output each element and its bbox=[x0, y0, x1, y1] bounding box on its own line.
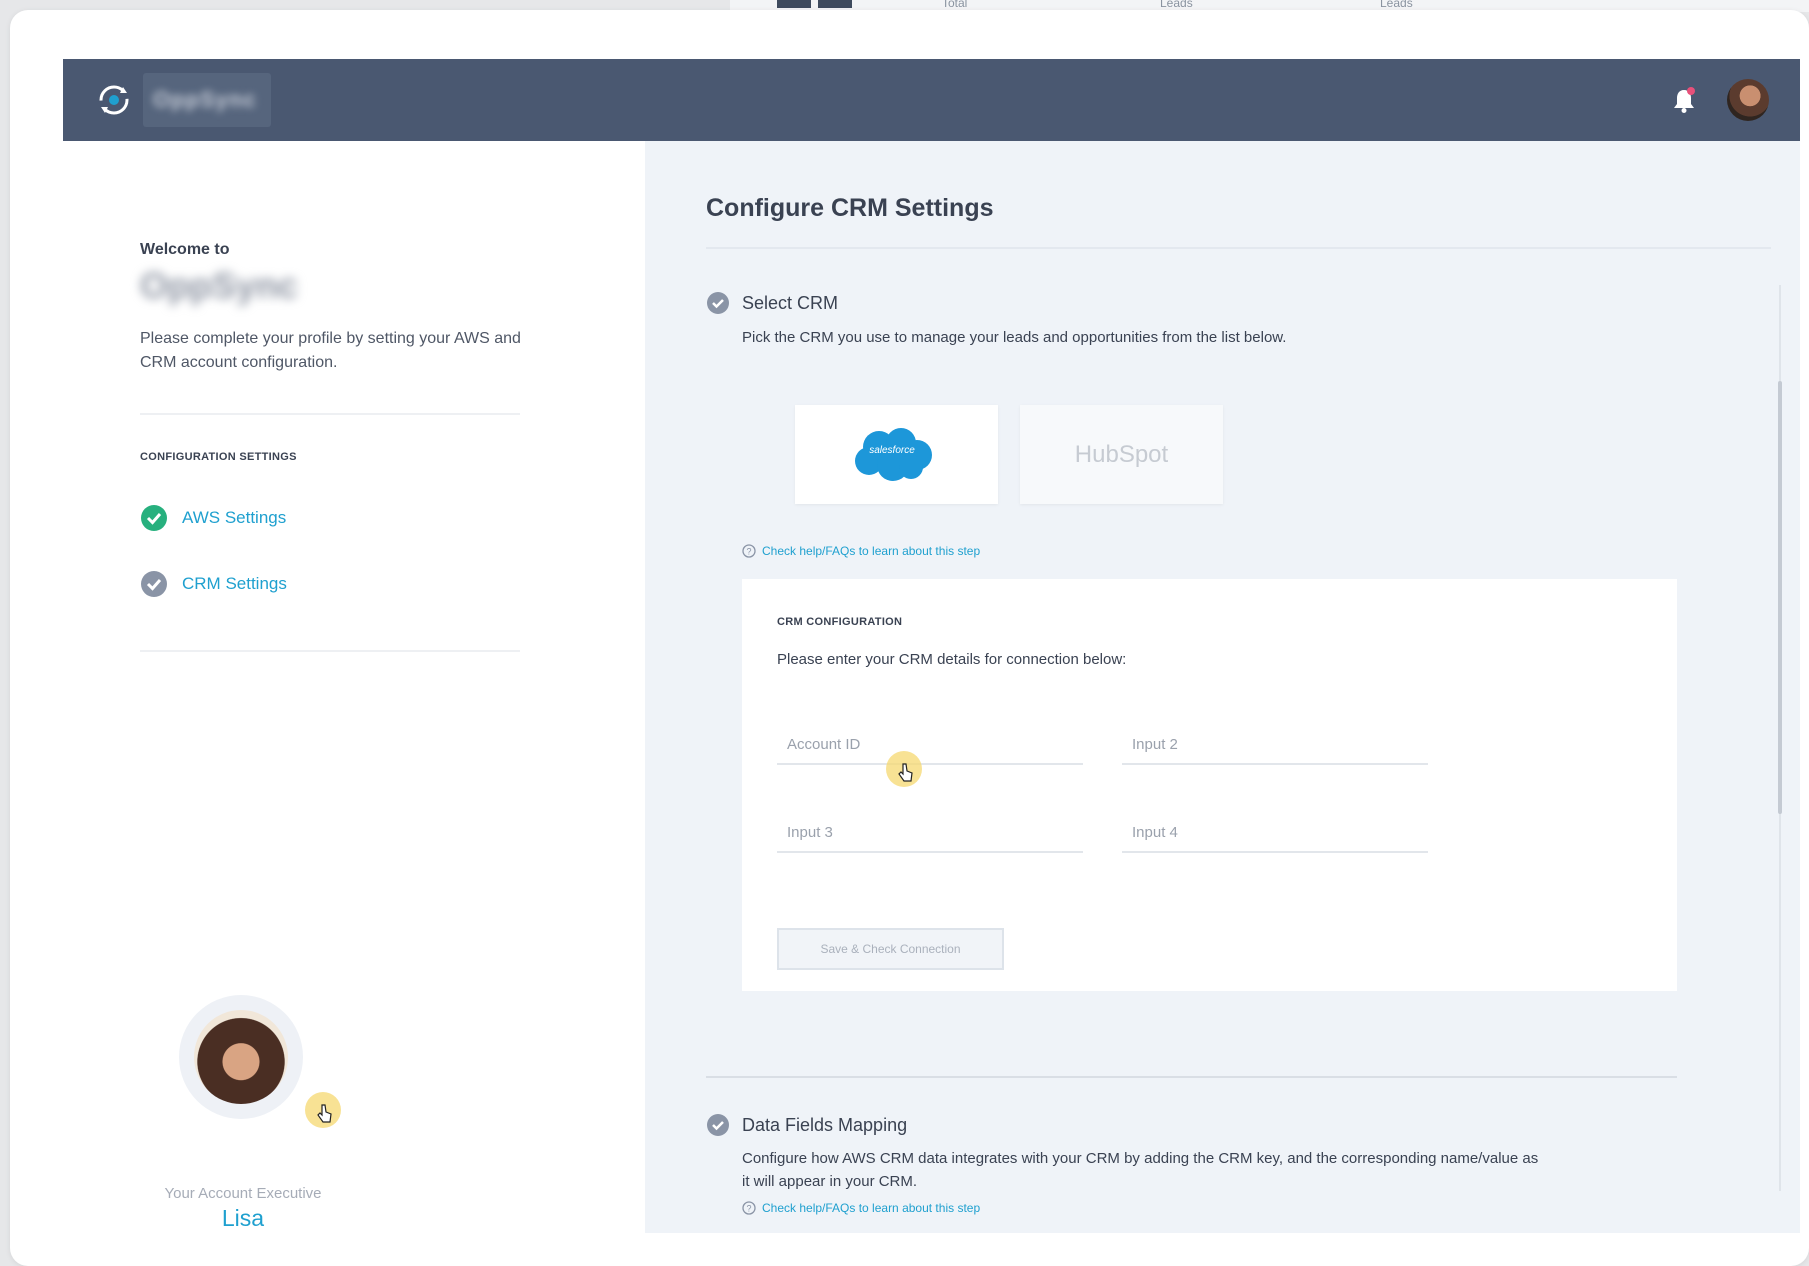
account-id-field[interactable] bbox=[777, 725, 1083, 765]
account-executive-label: Your Account Executive bbox=[164, 1185, 322, 1202]
background-block bbox=[818, 0, 852, 8]
check-circle-icon bbox=[707, 292, 729, 314]
config-description: Please enter your CRM details for connec… bbox=[777, 651, 1127, 668]
help-circle-icon: ? bbox=[742, 544, 756, 558]
step-description: Configure how AWS CRM data integrates wi… bbox=[742, 1150, 1539, 1167]
check-circle-icon bbox=[141, 571, 167, 597]
sync-logo-icon[interactable] bbox=[93, 79, 135, 121]
config-heading: CRM CONFIGURATION bbox=[777, 616, 903, 628]
scrollbar-thumb[interactable] bbox=[1778, 381, 1782, 814]
help-circle-icon: ? bbox=[742, 1201, 756, 1215]
step-data-fields-mapping: Data Fields Mapping bbox=[706, 1113, 907, 1137]
app-card: OppSync Welcome to OppSync Please comple… bbox=[10, 10, 1809, 1266]
background-block bbox=[777, 0, 811, 8]
section-divider bbox=[706, 1076, 1677, 1078]
input-4-field[interactable] bbox=[1122, 813, 1428, 853]
step-select-crm: Select CRM bbox=[706, 291, 838, 315]
sidebar: Welcome to OppSync Please complete your … bbox=[63, 141, 645, 1233]
config-section-title: CONFIGURATION SETTINGS bbox=[140, 451, 297, 463]
cursor-pointer-icon bbox=[898, 763, 913, 782]
page-title: Configure CRM Settings bbox=[706, 194, 994, 222]
save-check-connection-button[interactable]: Save & Check Connection bbox=[777, 928, 1004, 970]
sidebar-item-label: AWS Settings bbox=[182, 508, 287, 527]
brand-name-text: OppSync bbox=[153, 87, 257, 112]
crm-configuration-panel: CRM CONFIGURATION Please enter your CRM … bbox=[742, 579, 1677, 991]
help-link-text: Check help/FAQs to learn about this step bbox=[762, 544, 981, 558]
svg-text:?: ? bbox=[746, 547, 751, 557]
background-text: Total bbox=[942, 0, 968, 10]
account-executive-photo bbox=[194, 1010, 288, 1104]
input-3-field[interactable] bbox=[777, 813, 1083, 853]
svg-text:?: ? bbox=[746, 1204, 751, 1214]
title-divider bbox=[706, 247, 1771, 249]
top-navbar: OppSync bbox=[63, 59, 1800, 141]
sidebar-item-aws-settings[interactable]: AWS Settings bbox=[140, 503, 286, 533]
sidebar-item-crm-settings[interactable]: CRM Settings bbox=[140, 569, 287, 599]
sidebar-divider bbox=[140, 650, 520, 652]
help-link[interactable]: ? Check help/FAQs to learn about this st… bbox=[742, 1201, 980, 1215]
help-link-text: Check help/FAQs to learn about this step bbox=[762, 1201, 981, 1215]
check-circle-icon bbox=[141, 505, 167, 531]
welcome-app-name: OppSync bbox=[140, 265, 299, 306]
sidebar-item-label: CRM Settings bbox=[182, 574, 287, 593]
main-content: Configure CRM Settings Select CRM Pick t… bbox=[645, 141, 1800, 1233]
intro-text: Please complete your profile by setting … bbox=[140, 330, 521, 371]
user-avatar[interactable] bbox=[1727, 79, 1769, 121]
background-text: Leads bbox=[1380, 0, 1413, 10]
account-executive-name[interactable]: Lisa bbox=[123, 1205, 363, 1232]
crm-option-hubspot[interactable]: HubSpot bbox=[1020, 405, 1223, 504]
cursor-pointer-icon bbox=[317, 1104, 332, 1123]
sidebar-divider bbox=[140, 413, 520, 415]
crm-option-label: salesforce bbox=[869, 445, 915, 456]
crm-option-label: HubSpot bbox=[1074, 441, 1169, 468]
crm-option-salesforce[interactable]: salesforce bbox=[795, 405, 998, 504]
app-window: OppSync Welcome to OppSync Please comple… bbox=[63, 59, 1800, 1233]
welcome-text: Welcome to bbox=[140, 241, 230, 258]
account-executive-avatar[interactable] bbox=[179, 995, 303, 1119]
step-title: Select CRM bbox=[742, 292, 839, 313]
bell-icon[interactable] bbox=[1671, 86, 1697, 114]
step-description: it will appear in your CRM. bbox=[742, 1173, 918, 1190]
help-link[interactable]: ? Check help/FAQs to learn about this st… bbox=[742, 544, 980, 558]
step-description: Pick the CRM you use to manage your lead… bbox=[742, 329, 1287, 346]
check-circle-icon bbox=[707, 1114, 729, 1136]
input-2-field[interactable] bbox=[1122, 725, 1428, 765]
brand-name: OppSync bbox=[143, 73, 271, 127]
background-text: Leads bbox=[1160, 0, 1193, 10]
step-title: Data Fields Mapping bbox=[742, 1114, 908, 1135]
